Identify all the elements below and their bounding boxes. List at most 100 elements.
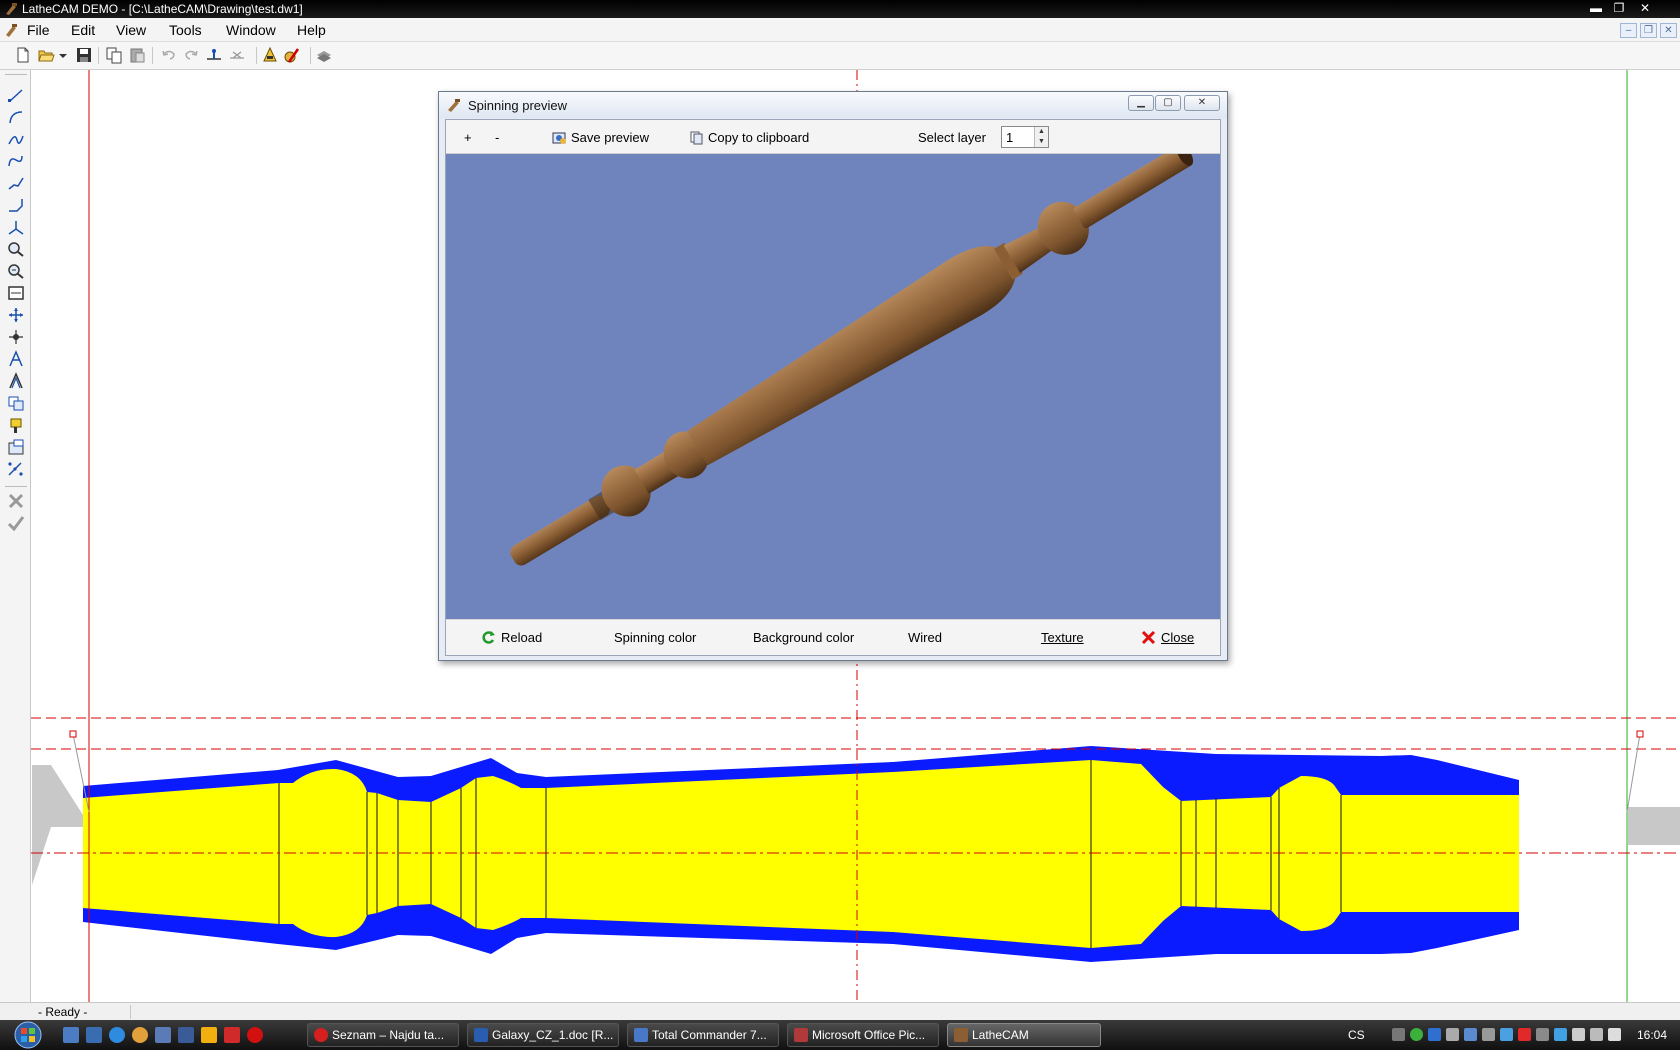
tray-security-icon[interactable]: [1518, 1028, 1531, 1041]
curve-tool-icon[interactable]: [6, 130, 26, 148]
select-layer-spinner[interactable]: 1 ▲ ▼: [1001, 126, 1049, 148]
taskbar-item-lathecam[interactable]: LatheCAM: [947, 1023, 1101, 1047]
lathe-icon: [448, 99, 460, 112]
move-icon[interactable]: [6, 306, 26, 324]
mirror-icon[interactable]: [228, 46, 246, 64]
system-clock[interactable]: 16:04: [1637, 1028, 1667, 1042]
sync-icon[interactable]: [1410, 1028, 1423, 1041]
node-tool-icon[interactable]: [6, 218, 26, 236]
network-icon[interactable]: [1392, 1028, 1405, 1041]
spline-tool-icon[interactable]: [6, 152, 26, 170]
center-icon[interactable]: [6, 328, 26, 346]
quicklaunch-desktop-icon[interactable]: [63, 1027, 79, 1043]
taskbar-item-seznam[interactable]: Seznam – Najdu ta...: [307, 1023, 459, 1047]
texture-button[interactable]: Texture: [1041, 630, 1084, 645]
tray-monitor-icon[interactable]: [1482, 1028, 1495, 1041]
zoom-in-button[interactable]: +: [464, 130, 472, 145]
menu-window[interactable]: Window: [226, 22, 276, 38]
tray-printer-icon[interactable]: [1536, 1028, 1549, 1041]
open-file-icon[interactable]: [37, 46, 55, 64]
status-pane: [130, 1005, 1676, 1019]
dialog-maximize-button[interactable]: ▢: [1155, 95, 1181, 111]
bluetooth-icon[interactable]: [1428, 1028, 1441, 1041]
tray-mail-icon[interactable]: [1500, 1028, 1513, 1041]
zoom-out-icon[interactable]: [6, 262, 26, 280]
tray-app-icon[interactable]: [1464, 1028, 1477, 1041]
copy-object-icon[interactable]: [6, 394, 26, 412]
arc-tool-icon[interactable]: [6, 108, 26, 126]
display-icon[interactable]: [1446, 1028, 1459, 1041]
quicklaunch-app-icon[interactable]: [224, 1027, 240, 1043]
close-button[interactable]: ✕: [1635, 0, 1655, 17]
select-layer-value[interactable]: 1: [1006, 130, 1013, 145]
taskbar-item-word-document[interactable]: Galaxy_CZ_1.doc [R...: [467, 1023, 619, 1047]
copy-icon[interactable]: [105, 46, 123, 64]
menu-help[interactable]: Help: [297, 22, 326, 38]
chamfer-tool-icon[interactable]: [6, 196, 26, 214]
polyline-tool-icon[interactable]: [6, 174, 26, 192]
language-indicator[interactable]: CS: [1348, 1028, 1365, 1042]
left-handle[interactable]: [69, 730, 77, 738]
restore-button[interactable]: ❐: [1609, 0, 1629, 17]
quicklaunch-opera-icon[interactable]: [247, 1027, 263, 1043]
points-icon[interactable]: [6, 460, 26, 478]
insert-point-icon[interactable]: [205, 46, 223, 64]
menu-view[interactable]: View: [116, 22, 146, 38]
copy-to-clipboard-button[interactable]: Copy to clipboard: [689, 130, 809, 145]
spinner-arrows[interactable]: ▲ ▼: [1034, 127, 1048, 147]
quicklaunch-ie-icon[interactable]: [109, 1027, 125, 1043]
open-dropdown-icon[interactable]: [58, 46, 68, 64]
mdi-restore-button[interactable]: ❐: [1640, 23, 1657, 38]
wired-button[interactable]: Wired: [908, 630, 942, 645]
quicklaunch-media-icon[interactable]: [201, 1027, 217, 1043]
taskbar-item-office-picture[interactable]: Microsoft Office Pic...: [787, 1023, 939, 1047]
menu-file[interactable]: File: [27, 22, 50, 38]
paste-icon[interactable]: [128, 46, 146, 64]
zoom-in-icon[interactable]: [6, 240, 26, 258]
cut-icon[interactable]: [6, 350, 26, 368]
delete-icon[interactable]: [6, 492, 26, 510]
menu-edit[interactable]: Edit: [71, 22, 95, 38]
right-handle[interactable]: [1636, 730, 1644, 738]
quicklaunch-floppy-icon[interactable]: [155, 1027, 171, 1043]
menu-tools[interactable]: Tools: [169, 22, 202, 38]
tray-connection-icon[interactable]: [1590, 1028, 1603, 1041]
save-icon[interactable]: [75, 46, 93, 64]
profile-icon[interactable]: [6, 372, 26, 390]
quicklaunch-monitor-icon[interactable]: [178, 1027, 194, 1043]
paint-icon[interactable]: [6, 416, 26, 434]
taskbar-item-total-commander[interactable]: Total Commander 7...: [627, 1023, 779, 1047]
undo-icon[interactable]: [160, 46, 178, 64]
start-button-icon[interactable]: [2, 1021, 52, 1049]
layers-icon[interactable]: [315, 46, 333, 64]
zoom-all-icon[interactable]: [6, 284, 26, 302]
document-icon[interactable]: [3, 22, 19, 38]
line-tool-icon[interactable]: [6, 86, 26, 104]
save-preview-button[interactable]: Save preview: [552, 130, 649, 145]
confirm-icon[interactable]: [6, 514, 26, 532]
zoom-out-button[interactable]: -: [495, 130, 499, 145]
minimize-button[interactable]: ▬: [1586, 0, 1606, 17]
reload-button[interactable]: Reload: [481, 630, 542, 645]
quicklaunch-mail-icon[interactable]: [132, 1027, 148, 1043]
export-icon[interactable]: [6, 438, 26, 456]
tray-update-icon[interactable]: [1554, 1028, 1567, 1041]
mdi-minimize-button[interactable]: –: [1620, 23, 1637, 38]
edit-color-icon[interactable]: [283, 46, 301, 64]
dialog-close-button[interactable]: ✕: [1184, 95, 1220, 111]
spinning-color-button[interactable]: Spinning color: [614, 630, 696, 645]
volume-icon[interactable]: [1608, 1028, 1621, 1041]
spinning-preview-viewport[interactable]: [446, 154, 1220, 619]
lathe-settings-icon[interactable]: [261, 46, 279, 64]
tray-network-status-icon[interactable]: [1572, 1028, 1585, 1041]
background-color-button[interactable]: Background color: [753, 630, 854, 645]
dialog-title-bar[interactable]: Spinning preview ▁ ▢ ✕: [439, 92, 1227, 118]
quicklaunch-explorer-icon[interactable]: [86, 1027, 102, 1043]
new-file-icon[interactable]: [14, 46, 32, 64]
close-dialog-button[interactable]: Close: [1141, 630, 1194, 645]
spin-up-button[interactable]: ▲: [1035, 127, 1048, 137]
dialog-minimize-button[interactable]: ▁: [1128, 95, 1154, 111]
mdi-close-button[interactable]: ✕: [1660, 23, 1677, 38]
spin-down-button[interactable]: ▼: [1035, 137, 1048, 147]
redo-icon[interactable]: [182, 46, 200, 64]
